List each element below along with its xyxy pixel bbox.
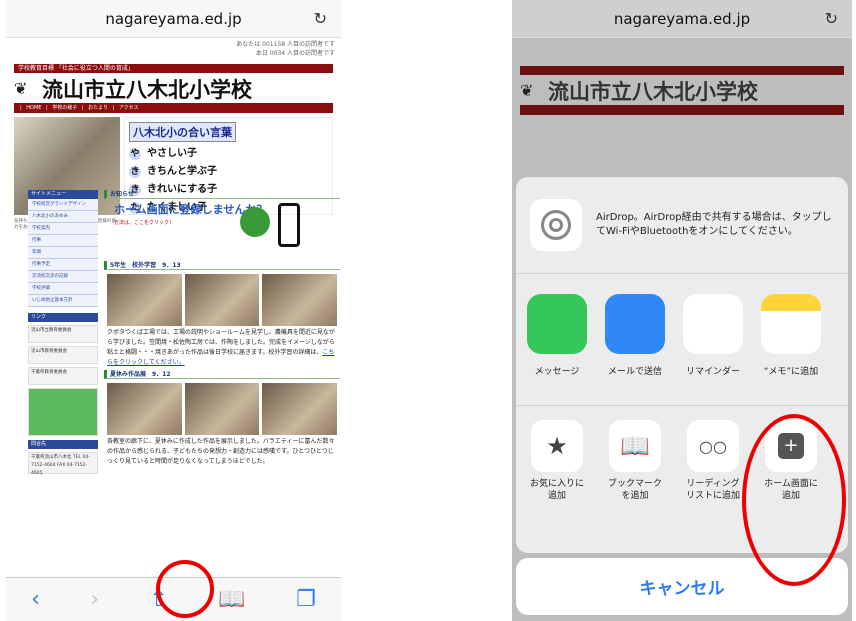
share-app-notes[interactable]: “メモ”に追加: [760, 294, 822, 405]
sidebar-item[interactable]: 交流校交流の記録: [28, 271, 98, 283]
reminders-icon[interactable]: [683, 294, 743, 354]
sidebar-item[interactable]: 学校案内: [28, 223, 98, 235]
highlight-circle: [156, 560, 214, 618]
share-app-reminders[interactable]: リマインダー: [682, 294, 744, 405]
right-screen: nagareyama.ed.jp ↻ ❦ 流山市立八木北小学校 AirDrop。…: [512, 0, 852, 621]
photo: [262, 274, 338, 326]
school-logo-icon: ❦: [520, 81, 534, 100]
sidebar-item[interactable]: 八木北小のあゆみ: [28, 211, 98, 223]
reload-icon[interactable]: ↻: [314, 9, 327, 28]
school-name: 流山市立八木北小学校: [42, 77, 252, 102]
action-bookmark[interactable]: 📖 ブックマークを追加: [604, 420, 666, 506]
notes-icon[interactable]: [761, 294, 821, 354]
article-text: クボタつくば工場では、工場の説明やショールームを見学し、農機具を間近に見ながら学…: [107, 329, 335, 366]
links-head: リンク: [28, 313, 98, 322]
site-nav[interactable]: | HOME | 学校の様子 | おたより | アクセス: [14, 103, 333, 113]
link-item[interactable]: 流山市教育委員会: [28, 346, 98, 364]
link-item[interactable]: 流山市立教育委員会: [28, 325, 98, 343]
school-badge-icon: [240, 207, 270, 237]
contact-info: 千葉県流山市八木北 TEL 04-7152-4604 FAX 04-7152-4…: [28, 452, 98, 476]
glasses-icon[interactable]: ○○: [687, 420, 739, 472]
sidebar-head: サイトメニュー: [28, 190, 98, 199]
article-text: 各教室の廊下に、夏休みに作成した作品を展示しました。バラエティーに富んだ数々の作…: [107, 438, 335, 465]
action-favorites[interactable]: ★ お気に入りに追加: [526, 420, 588, 506]
banner-image[interactable]: [28, 388, 98, 436]
photo-row: [107, 383, 338, 435]
airdrop-icon[interactable]: [530, 199, 582, 251]
photo-row: [107, 274, 338, 326]
section-heading: 5年生 校外学習 9．13: [104, 261, 340, 270]
url-text[interactable]: nagareyama.ed.jp: [105, 10, 241, 28]
notice-heading: お知らせ: [104, 190, 340, 199]
motto-title: 八木北小の合い言葉: [129, 122, 236, 142]
school-logo-icon: ❦: [14, 79, 28, 98]
sidebar-item[interactable]: 学校評価: [28, 283, 98, 295]
left-screen: nagareyama.ed.jp ↻ あなたは 001158 人目の訪問者です …: [6, 0, 341, 621]
airdrop-row[interactable]: AirDrop。AirDrop経由で共有する場合は、タップしてWi-FiやBlu…: [516, 177, 848, 274]
main-content: お知らせ ホーム画面に登録しませんか？ 方法は、ここをクリック！ 5年生 校外学…: [104, 190, 340, 469]
motto-line: ややさしい子: [129, 148, 197, 160]
home-screen-banner[interactable]: ホーム画面に登録しませんか？ 方法は、ここをクリック！: [114, 203, 330, 257]
photo: [184, 383, 260, 435]
sidebar: サイトメニュー 学校経営グランドデザイン 八木北小のあゆみ 学校案内 行事 年間…: [28, 190, 98, 476]
link-item[interactable]: 千葉県教育委員会: [28, 367, 98, 385]
airdrop-text: AirDrop。AirDrop経由で共有する場合は、タップしてWi-FiやBlu…: [596, 212, 832, 237]
share-app-messages[interactable]: メッセージ: [526, 294, 588, 405]
book-icon[interactable]: 📖: [609, 420, 661, 472]
sidebar-item[interactable]: いじめ防止基本方針: [28, 295, 98, 307]
address-bar[interactable]: nagareyama.ed.jp ↻: [512, 0, 852, 38]
tabs-icon[interactable]: ❐: [296, 587, 316, 612]
forward-icon[interactable]: ›: [90, 587, 99, 612]
share-apps-row: メッセージ メールで送信 リマインダー “メモ”に追加: [516, 274, 848, 406]
highlight-circle: [742, 414, 846, 586]
bookmarks-icon[interactable]: 📖: [218, 587, 245, 612]
mail-icon[interactable]: [605, 294, 665, 354]
smartphone-icon: [278, 203, 300, 247]
photo: [107, 383, 182, 435]
sidebar-item[interactable]: 学校経営グランドデザイン: [28, 199, 98, 211]
reload-icon[interactable]: ↻: [825, 9, 838, 28]
messages-icon[interactable]: [527, 294, 587, 354]
contact-head: 問合先: [28, 440, 98, 449]
back-icon[interactable]: ‹: [31, 587, 40, 612]
sidebar-item[interactable]: 行事: [28, 235, 98, 247]
sidebar-item[interactable]: 年間: [28, 247, 98, 259]
school-name: 流山市立八木北小学校: [548, 79, 758, 104]
motto-line: ききちんと学ぶ子: [129, 166, 217, 178]
section-heading: 夏休み作品展 9．12: [104, 370, 340, 379]
links-block: リンク 流山市立教育委員会 流山市教育委員会 千葉県教育委員会 問合先 千葉県流…: [28, 313, 98, 476]
url-text[interactable]: nagareyama.ed.jp: [614, 10, 750, 28]
sidebar-item[interactable]: 行事予定: [28, 259, 98, 271]
photo: [262, 383, 338, 435]
visitor-counter: あなたは 001158 人目の訪問者です 本日 0034 人目の訪問者です: [236, 41, 335, 57]
photo: [184, 274, 260, 326]
school-header: ❦ 流山市立八木北小学校: [14, 75, 333, 103]
motto-bar: 学校教育目標 「社会に役立つ人間の育成」: [14, 64, 333, 73]
web-page: あなたは 001158 人目の訪問者です 本日 0034 人目の訪問者です 学校…: [6, 38, 341, 621]
share-app-mail[interactable]: メールで送信: [604, 294, 666, 405]
address-bar[interactable]: nagareyama.ed.jp ↻: [6, 0, 341, 38]
star-icon[interactable]: ★: [531, 420, 583, 472]
action-reading-list[interactable]: ○○ リーディングリストに追加: [682, 420, 744, 506]
photo: [107, 274, 182, 326]
